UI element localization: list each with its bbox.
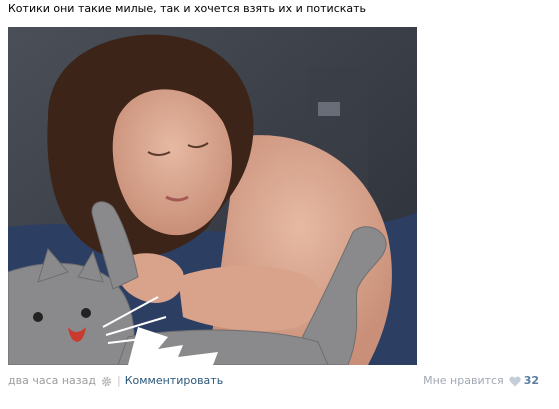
gear-icon[interactable]: [101, 376, 112, 387]
post-time[interactable]: два часа назад: [8, 373, 96, 389]
post-text: Котики они такие милые, так и хочется вз…: [8, 2, 367, 15]
hand-right: [178, 265, 321, 332]
like-label: Мне нравится: [423, 374, 504, 387]
like-count: 32: [523, 374, 539, 387]
comment-link[interactable]: Комментировать: [125, 373, 223, 389]
footer-separator: |: [116, 374, 121, 387]
heart-icon: [509, 376, 521, 387]
post-footer: два часа назад | Комментировать Мне нрав…: [8, 373, 539, 389]
photo-illustration: [8, 27, 417, 365]
like-button[interactable]: Мне нравится 32: [423, 373, 539, 389]
post-photo[interactable]: [8, 27, 417, 365]
post-meta: два часа назад | Комментировать: [8, 373, 223, 389]
